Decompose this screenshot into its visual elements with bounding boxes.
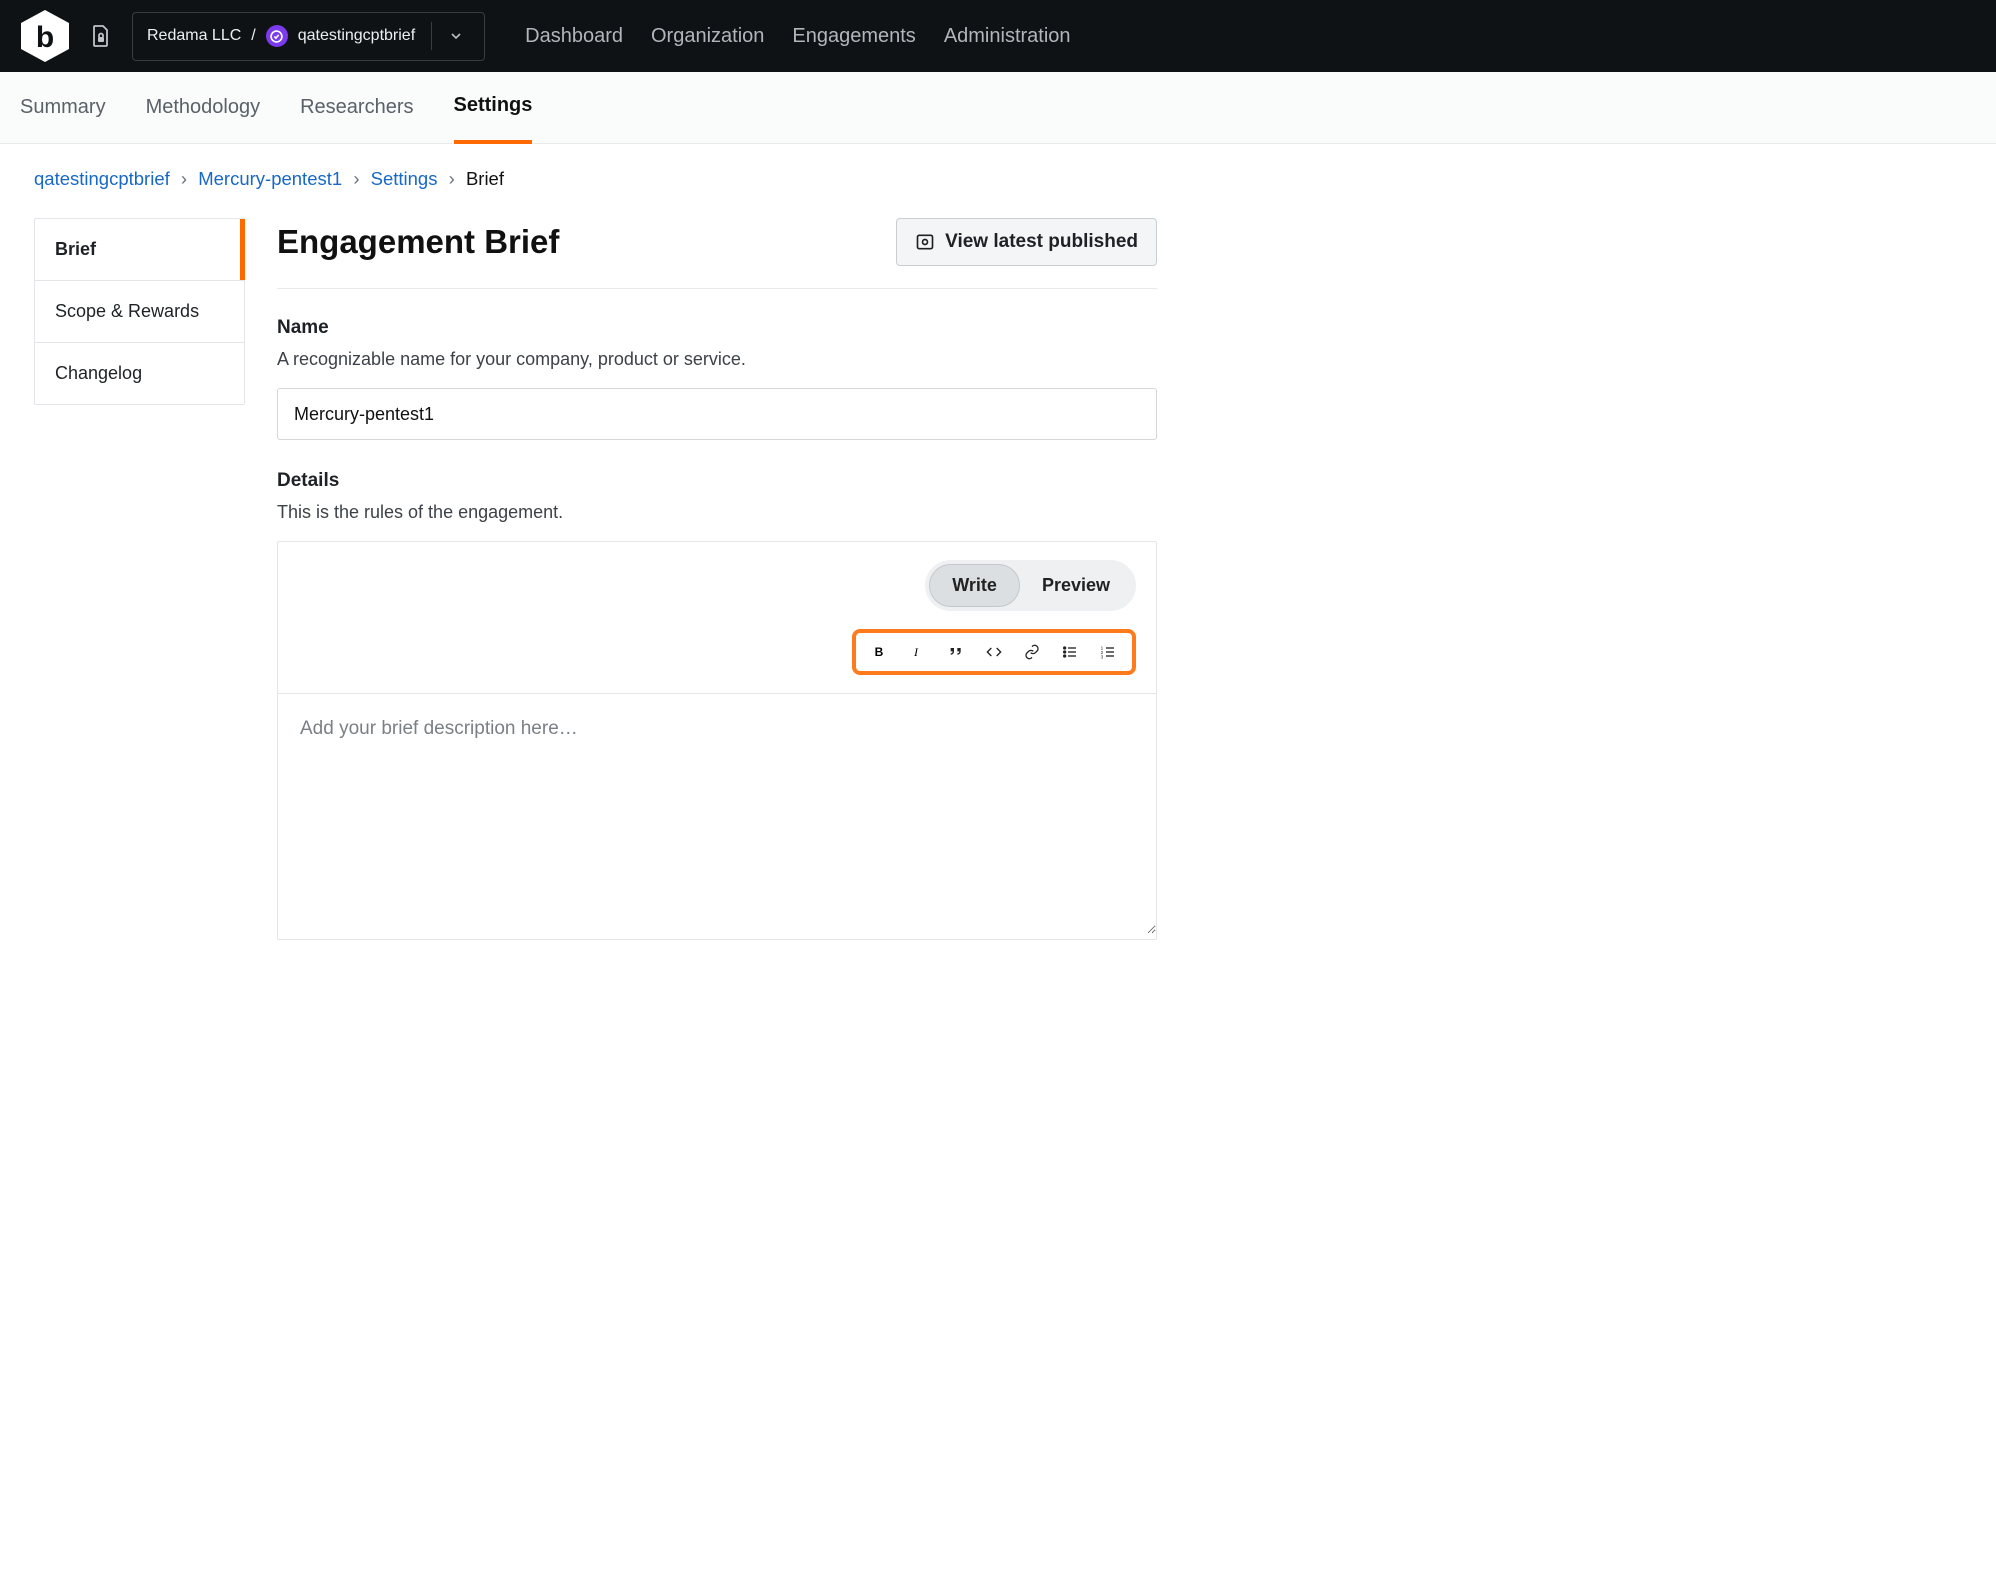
write-tab[interactable]: Write	[929, 564, 1020, 607]
app-logo[interactable]: b	[20, 9, 70, 63]
tab-researchers[interactable]: Researchers	[300, 72, 413, 144]
name-label: Name	[277, 317, 1157, 339]
settings-sidebar: Brief Scope & Rewards Changelog	[34, 218, 245, 405]
crumb-current: Brief	[466, 168, 504, 189]
eye-icon	[915, 232, 935, 252]
nav-dashboard[interactable]: Dashboard	[525, 25, 623, 48]
top-nav: Dashboard Organization Engagements Admin…	[525, 25, 1070, 48]
bold-icon[interactable]: B	[862, 637, 898, 667]
tab-settings[interactable]: Settings	[454, 72, 533, 144]
list-ol-icon[interactable]: 123	[1090, 637, 1126, 667]
tab-summary[interactable]: Summary	[20, 72, 106, 144]
nav-administration[interactable]: Administration	[944, 25, 1071, 48]
details-textarea[interactable]	[278, 694, 1156, 934]
details-editor: Write Preview B I 123	[277, 541, 1157, 940]
italic-icon[interactable]: I	[900, 637, 936, 667]
tab-methodology[interactable]: Methodology	[146, 72, 261, 144]
details-label: Details	[277, 470, 1157, 492]
view-published-button[interactable]: View latest published	[896, 218, 1157, 266]
name-input[interactable]	[277, 388, 1157, 440]
svg-text:3: 3	[1101, 655, 1104, 660]
breadcrumb: qatestingcptbrief › Mercury-pentest1 › S…	[34, 168, 1962, 190]
verified-badge-icon	[266, 25, 288, 47]
write-preview-toggle: Write Preview	[925, 560, 1136, 611]
preview-tab[interactable]: Preview	[1020, 564, 1132, 607]
name-help: A recognizable name for your company, pr…	[277, 349, 1157, 370]
quote-icon[interactable]	[938, 637, 974, 667]
svg-text:b: b	[36, 21, 54, 54]
sub-nav: Summary Methodology Researchers Settings	[0, 72, 1996, 144]
nav-engagements[interactable]: Engagements	[792, 25, 915, 48]
code-icon[interactable]	[976, 637, 1012, 667]
project-name: qatestingcptbrief	[298, 27, 415, 45]
sidebar-item-brief[interactable]: Brief	[35, 219, 244, 281]
org-name: Redama LLC	[147, 27, 241, 45]
link-icon[interactable]	[1014, 637, 1050, 667]
sidebar-item-scope[interactable]: Scope & Rewards	[35, 281, 244, 343]
chevron-down-icon[interactable]	[442, 28, 470, 44]
top-bar: b Redama LLC / qatestingcptbrief Dashboa…	[0, 0, 1996, 72]
file-lock-icon	[90, 23, 112, 49]
org-switcher[interactable]: Redama LLC / qatestingcptbrief	[132, 12, 485, 61]
page-title: Engagement Brief	[277, 223, 559, 261]
crumb-settings[interactable]: Settings	[371, 168, 438, 189]
svg-text:I: I	[913, 645, 919, 659]
format-toolbar-highlight: B I 123	[852, 629, 1136, 675]
crumb-project[interactable]: qatestingcptbrief	[34, 168, 170, 189]
sidebar-item-changelog[interactable]: Changelog	[35, 343, 244, 404]
main-content: Engagement Brief View latest published N…	[277, 218, 1157, 970]
svg-text:B: B	[875, 645, 884, 659]
list-ul-icon[interactable]	[1052, 637, 1088, 667]
crumb-engagement[interactable]: Mercury-pentest1	[198, 168, 342, 189]
details-help: This is the rules of the engagement.	[277, 502, 1157, 523]
nav-organization[interactable]: Organization	[651, 25, 764, 48]
